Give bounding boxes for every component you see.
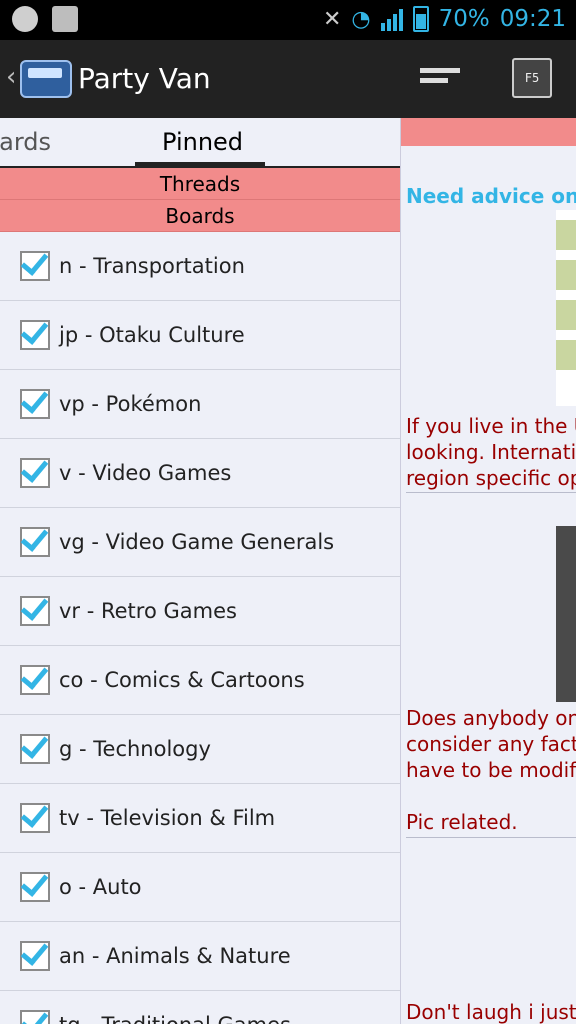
post-thumbnail[interactable]: [556, 526, 576, 702]
board-item[interactable]: co - Comics & Cartoons: [0, 646, 400, 715]
battery-percent: 70%: [438, 6, 490, 32]
board-checkbox[interactable]: [20, 734, 50, 764]
board-label: tg - Traditional Games: [59, 1013, 291, 1024]
board-item[interactable]: jp - Otaku Culture: [0, 301, 400, 370]
clock: 09:21: [499, 6, 566, 32]
board-label: an - Animals & Nature: [59, 944, 291, 968]
board-item[interactable]: o - Auto: [0, 853, 400, 922]
action-bar: ‹ Party Van F5: [0, 40, 576, 118]
app-title: Party Van: [78, 62, 211, 95]
board-checkbox[interactable]: [20, 527, 50, 557]
board-checkbox[interactable]: [20, 320, 50, 350]
tab-indicator: [135, 162, 265, 166]
tab-pinned[interactable]: Pinned: [162, 128, 243, 156]
board-list: n - Transportation jp - Otaku Culture vp -…: [0, 232, 400, 1024]
thread-header-bar: [401, 118, 576, 146]
board-item[interactable]: g - Technology: [0, 715, 400, 784]
board-checkbox[interactable]: [20, 665, 50, 695]
post-text-2: Does anybody on consider any fact have t…: [406, 706, 576, 834]
f5-refresh-icon[interactable]: F5: [512, 58, 552, 98]
thread-preview-pane[interactable]: Need advice on b If you live in the U lo…: [400, 118, 576, 1024]
battery-icon: [412, 6, 429, 32]
app-logo-icon[interactable]: [20, 60, 72, 98]
boards-section-header[interactable]: Boards: [0, 200, 400, 232]
board-checkbox[interactable]: [20, 872, 50, 902]
tab-boards[interactable]: Boards: [0, 128, 51, 156]
tab-bar: Boards Pinned: [0, 118, 400, 168]
board-checkbox[interactable]: [20, 389, 50, 419]
signal-icon: [380, 7, 403, 31]
board-item[interactable]: an - Animals & Nature: [0, 922, 400, 991]
board-label: jp - Otaku Culture: [59, 323, 245, 347]
wifi-icon: ◔: [351, 6, 371, 32]
board-checkbox[interactable]: [20, 596, 50, 626]
board-item[interactable]: tg - Traditional Games: [0, 991, 400, 1024]
board-label: tv - Television & Film: [59, 806, 276, 830]
board-label: vg - Video Game Generals: [59, 530, 335, 554]
thread-thumbnail[interactable]: [556, 210, 576, 406]
image-icon: [52, 6, 78, 32]
status-bar: ✕ ◔ 70% 09:21: [0, 0, 576, 40]
board-checkbox[interactable]: [20, 941, 50, 971]
compose-icon[interactable]: [420, 68, 460, 94]
board-item[interactable]: vg - Video Game Generals: [0, 508, 400, 577]
skype-icon: [12, 6, 38, 32]
post-text-1: If you live in the U looking. Internatio…: [406, 414, 576, 490]
board-label: g - Technology: [59, 737, 211, 761]
post-divider: [406, 837, 576, 838]
board-item[interactable]: tv - Television & Film: [0, 784, 400, 853]
board-label: v - Video Games: [59, 461, 232, 485]
threads-section-header[interactable]: Threads: [0, 168, 400, 200]
board-label: vr - Retro Games: [59, 599, 237, 623]
board-label: o - Auto: [59, 875, 142, 899]
mute-icon: ✕: [322, 6, 342, 32]
post-divider: [406, 492, 576, 493]
board-item[interactable]: vp - Pokémon: [0, 370, 400, 439]
board-item[interactable]: v - Video Games: [0, 439, 400, 508]
board-checkbox[interactable]: [20, 803, 50, 833]
board-checkbox[interactable]: [20, 458, 50, 488]
boards-drawer: Boards Pinned Threads Boards n - Transpo…: [0, 118, 400, 1024]
post-text-3: Don't laugh i just: [406, 1000, 576, 1024]
board-checkbox[interactable]: [20, 1010, 50, 1024]
board-label: vp - Pokémon: [59, 392, 202, 416]
board-checkbox[interactable]: [20, 251, 50, 281]
board-label: co - Comics & Cartoons: [59, 668, 305, 692]
board-label: n - Transportation: [59, 254, 245, 278]
back-caret-icon[interactable]: ‹: [6, 62, 16, 92]
thread-title[interactable]: Need advice on b: [406, 184, 576, 208]
board-item[interactable]: n - Transportation: [0, 232, 400, 301]
board-item[interactable]: vr - Retro Games: [0, 577, 400, 646]
